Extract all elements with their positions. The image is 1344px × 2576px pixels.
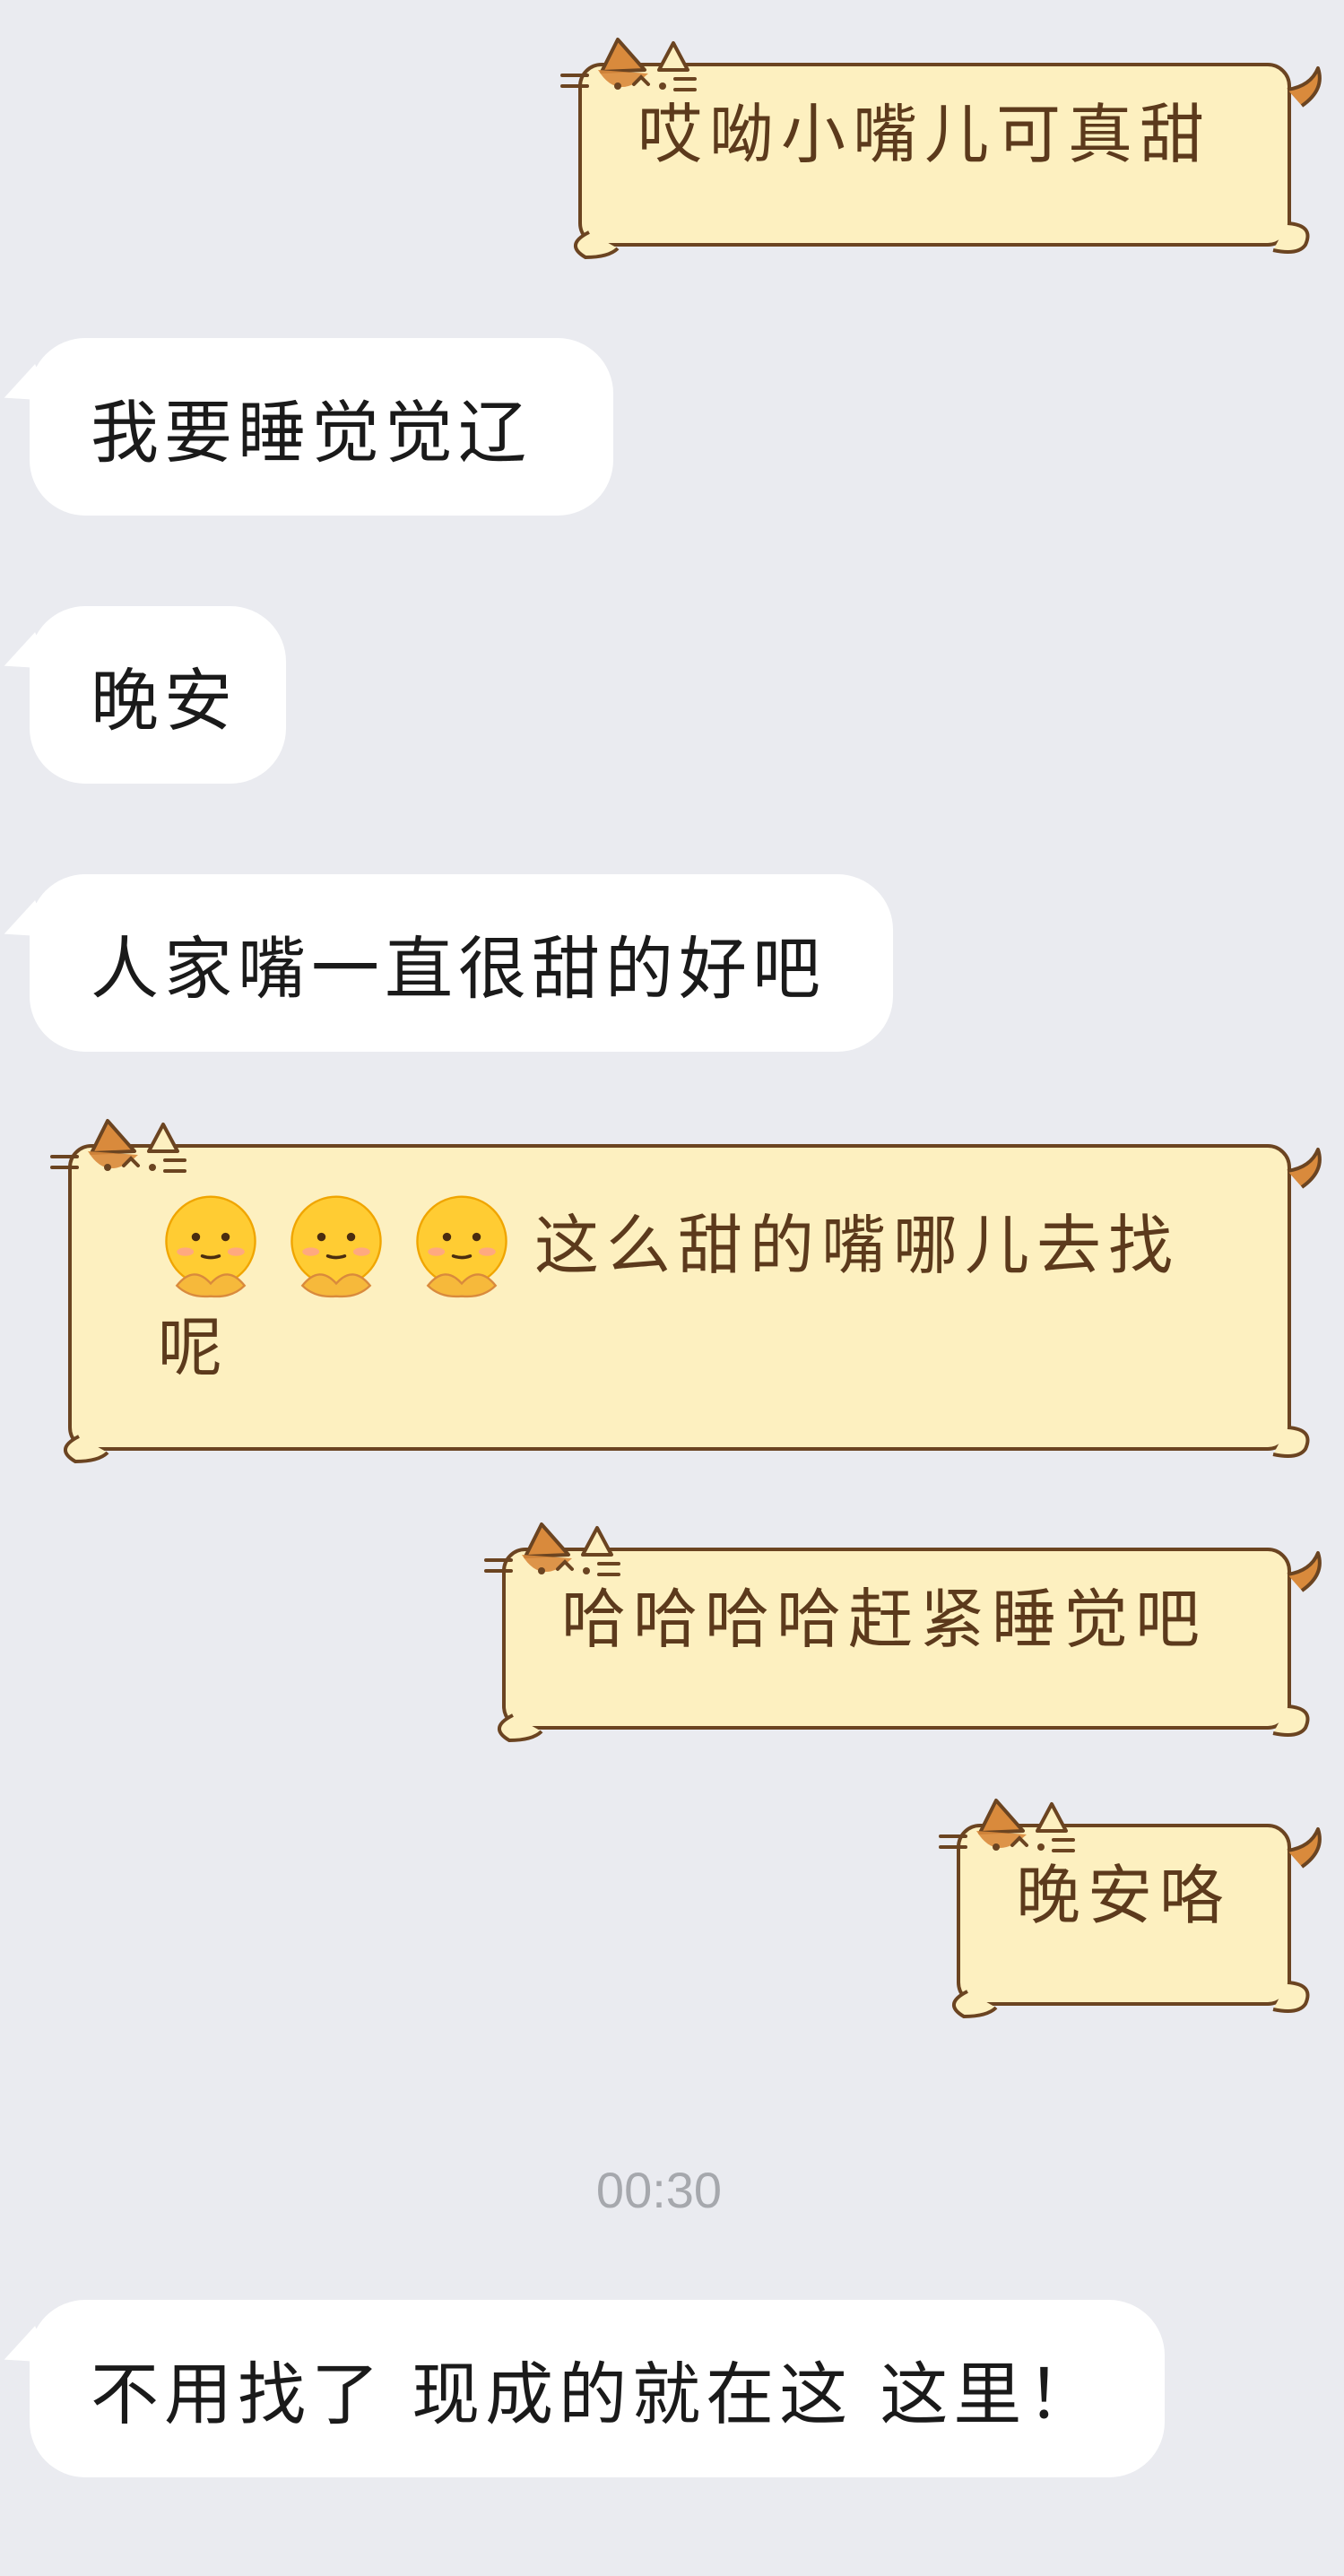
message-text: 晚安咯 <box>1016 1858 1232 1933</box>
outgoing-message-bubble[interactable]: 哈哈哈哈赶紧睡觉吧 <box>484 1522 1322 1742</box>
message-content: 这么甜的嘴哪儿去找呢 <box>158 1193 1243 1399</box>
thinking-face-emoji-icon <box>158 1193 264 1298</box>
outgoing-message-bubble[interactable]: 这么甜的嘴哪儿去找呢 <box>50 1119 1322 1463</box>
chat-window: 哎呦小嘴儿可真甜 我要睡觉觉辽 晚安 人家嘴一直很甜的好吧 这么甜的嘴哪儿去找呢… <box>0 0 1344 2576</box>
message-text: 人家嘴一直很甜的好吧 <box>91 929 826 1009</box>
message-text: 哈哈哈哈赶紧睡觉吧 <box>561 1582 1208 1657</box>
thinking-face-emoji-icon <box>283 1193 389 1298</box>
incoming-message-bubble[interactable]: 晚安 <box>30 606 286 784</box>
message-text: 不用找了 现成的就在这 这里！ <box>91 2355 1101 2434</box>
incoming-message-bubble[interactable]: 不用找了 现成的就在这 这里！ <box>30 2300 1165 2477</box>
message-text: 我要睡觉觉辽 <box>91 393 532 473</box>
timestamp: 00:30 <box>595 2162 723 2218</box>
message-text: 哎呦小嘴儿可真甜 <box>637 97 1212 172</box>
thinking-face-emoji-icon <box>409 1193 515 1298</box>
incoming-message-bubble[interactable]: 我要睡觉觉辽 <box>30 338 613 516</box>
outgoing-message-bubble[interactable]: 哎呦小嘴儿可真甜 <box>560 38 1322 259</box>
message-text: 晚安 <box>91 661 238 741</box>
outgoing-message-bubble[interactable]: 晚安咯 <box>939 1799 1322 2018</box>
incoming-message-bubble[interactable]: 人家嘴一直很甜的好吧 <box>30 874 893 1052</box>
